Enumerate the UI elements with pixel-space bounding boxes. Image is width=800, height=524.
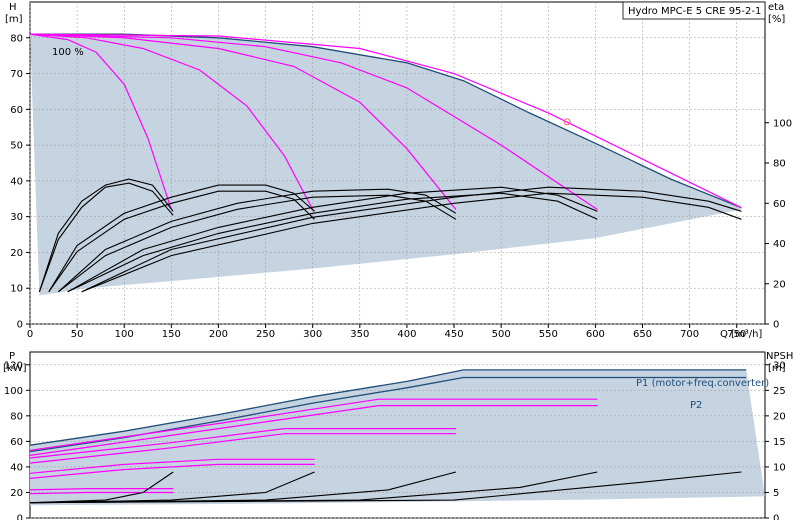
bottom-left-tick-label-80: 80	[10, 411, 23, 422]
top-x-tick-label-150: 150	[162, 329, 181, 340]
top-left-axis-label-line2: [m]	[5, 14, 23, 25]
bottom-right-tick-label-25: 25	[773, 386, 786, 397]
x-axis-label: Q [m³/h]	[720, 329, 762, 340]
top-x-tick-label-700: 700	[680, 329, 699, 340]
top-right-axis-label-line1: eta	[768, 2, 784, 13]
top-x-tick-label-200: 200	[209, 329, 228, 340]
bottom-left-axis-label-line2: [kW]	[3, 363, 27, 374]
top-right-tick-label-0: 0	[773, 320, 779, 331]
top-left-tick-label-80: 80	[10, 33, 23, 44]
bottom-right-tick-label-5: 5	[773, 488, 779, 499]
top-x-tick-label-600: 600	[586, 329, 605, 340]
top-x-tick-label-100: 100	[115, 329, 134, 340]
top-x-tick-label-450: 450	[444, 329, 463, 340]
top-right-tick-label-100: 100	[773, 118, 792, 129]
top-left-tick-label-30: 30	[10, 212, 23, 223]
top-left-tick-label-20: 20	[10, 248, 23, 259]
top-x-tick-label-0: 0	[27, 329, 33, 340]
top-x-tick-label-400: 400	[397, 329, 416, 340]
bottom-left-tick-label-0: 0	[17, 514, 23, 521]
bottom-right-tick-label-15: 15	[773, 437, 786, 448]
bottom-right-tick-label-20: 20	[773, 411, 786, 422]
top-left-tick-label-50: 50	[10, 141, 23, 152]
bottom-right-axis-label-line1: NPSH	[766, 351, 793, 362]
bottom-left-tick-label-60: 60	[10, 437, 23, 448]
top-right-axis-label-line2: [%]	[768, 14, 785, 25]
label-p1: P1 (motor+freq.converter)	[636, 378, 769, 389]
top-x-tick-label-50: 50	[71, 329, 84, 340]
bottom-left-tick-label-40: 40	[10, 462, 23, 473]
top-left-tick-label-70: 70	[10, 69, 23, 80]
top-x-tick-label-550: 550	[539, 329, 558, 340]
annotation-100-percent: 100 %	[52, 47, 84, 58]
bottom-right-axis-label-line2: [m]	[768, 363, 786, 374]
top-left-tick-label-60: 60	[10, 105, 23, 116]
label-p2: P2	[690, 400, 702, 411]
bottom-left-tick-label-100: 100	[4, 386, 23, 397]
top-right-tick-label-80: 80	[773, 159, 786, 170]
bottom-right-tick-label-10: 10	[773, 462, 786, 473]
top-left-tick-label-10: 10	[10, 284, 23, 295]
bottom-left-axis-label-line1: P	[9, 351, 15, 362]
top-x-tick-label-250: 250	[256, 329, 275, 340]
bottom-right-tick-label-0: 0	[773, 514, 779, 521]
top-right-tick-label-60: 60	[773, 199, 786, 210]
top-left-tick-label-0: 0	[17, 320, 23, 331]
chart-title-box: Hydro MPC-E 5 CRE 95-2-1	[622, 1, 766, 20]
pump-performance-chart: 010203040506070800204060801000 50 100 150 20…	[3, 1, 793, 524]
bottom-left-tick-label-20: 20	[10, 488, 23, 499]
chart-title: Hydro MPC-E 5 CRE 95-2-1	[628, 6, 761, 17]
top-right-tick-label-20: 20	[773, 279, 786, 290]
top-left-tick-label-40: 40	[10, 176, 23, 187]
top-x-tick-label-650: 650	[633, 329, 652, 340]
top-x-tick-label-500: 500	[492, 329, 511, 340]
top-left-axis-label-line1: H	[9, 2, 17, 13]
top-right-tick-label-40: 40	[773, 239, 786, 250]
top-x-tick-label-300: 300	[303, 329, 322, 340]
top-x-tick-label-350: 350	[350, 329, 369, 340]
